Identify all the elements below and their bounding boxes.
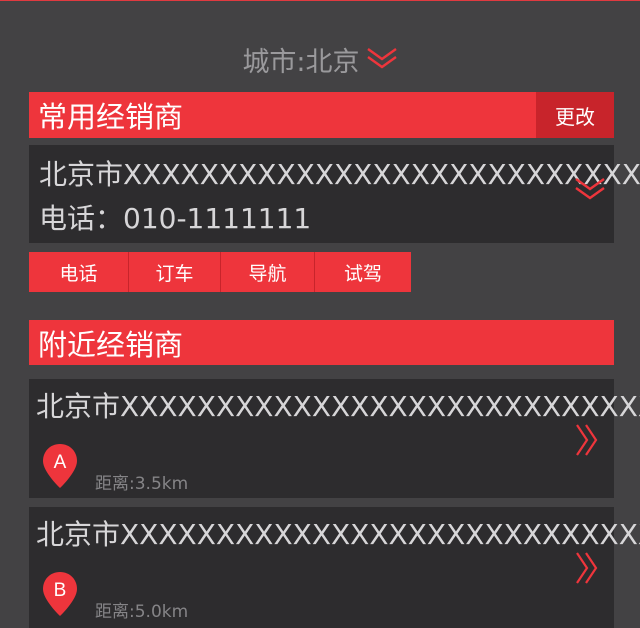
city-selector[interactable]: 城市:北京 bbox=[0, 37, 640, 81]
favorite-dealer-header: 常用经销商 更改 bbox=[29, 92, 614, 138]
favorite-dealer-title: 常用经销商 bbox=[38, 100, 184, 134]
favorite-dealer-address: 北京市XXXXXXXXXXXXXXXXXXXXXXXXXXXX bbox=[39, 158, 640, 191]
change-button[interactable]: 更改 bbox=[536, 92, 614, 138]
favorite-dealer-card[interactable]: 北京市XXXXXXXXXXXXXXXXXXXXXXXXXXXX 电话：010-1… bbox=[29, 145, 640, 243]
double-chevron-right-icon[interactable] bbox=[574, 423, 600, 461]
favorite-dealer-actions: 电话 订车 导航 试驾 bbox=[29, 252, 411, 292]
dealer-address: 北京市XXXXXXXXXXXXXXXXXXXXXXXXXXXX bbox=[36, 390, 640, 423]
navigate-button[interactable]: 导航 bbox=[221, 252, 315, 292]
nearby-dealers-title: 附近经销商 bbox=[38, 327, 184, 362]
call-button[interactable]: 电话 bbox=[29, 252, 129, 292]
order-car-button[interactable]: 订车 bbox=[129, 252, 221, 292]
map-pin-letter: B bbox=[54, 580, 67, 601]
nearby-dealers-header: 附近经销商 bbox=[29, 320, 614, 365]
map-pin-icon: A bbox=[42, 443, 78, 493]
dealer-address: 北京市XXXXXXXXXXXXXXXXXXXXXXXXXXXX bbox=[36, 518, 640, 551]
map-pin-letter: A bbox=[54, 452, 67, 473]
dealer-list-item[interactable]: 北京市XXXXXXXXXXXXXXXXXXXXXXXXXXXX A 距离:3.5… bbox=[29, 379, 640, 498]
dealer-distance: 距离:3.5km bbox=[95, 474, 189, 494]
test-drive-button[interactable]: 试驾 bbox=[315, 252, 411, 292]
dealer-list-item[interactable]: 北京市XXXXXXXXXXXXXXXXXXXXXXXXXXXX B 距离:5.0… bbox=[29, 507, 640, 628]
favorite-dealer-phone: 电话：010-1111111 bbox=[39, 202, 312, 235]
city-label: 城市:北京 bbox=[242, 46, 360, 78]
double-chevron-down-icon[interactable] bbox=[574, 175, 606, 207]
dealer-distance: 距离:5.0km bbox=[95, 602, 189, 622]
double-chevron-right-icon[interactable] bbox=[574, 551, 600, 589]
map-pin-icon: B bbox=[42, 571, 78, 621]
double-chevron-down-icon bbox=[366, 46, 398, 77]
